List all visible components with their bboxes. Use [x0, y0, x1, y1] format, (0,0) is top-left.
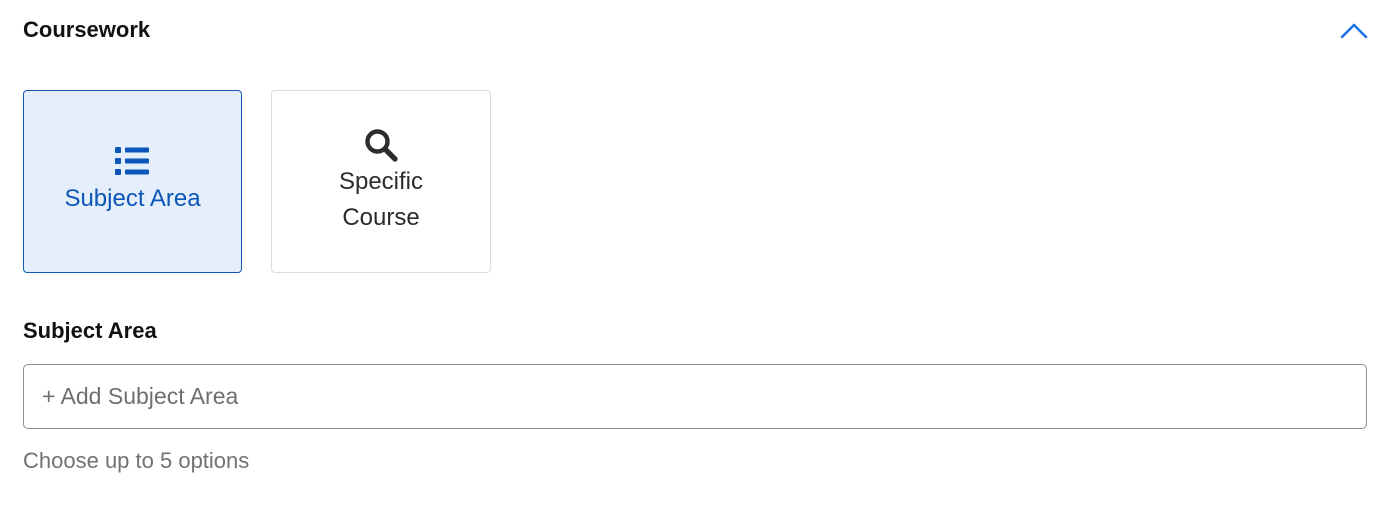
search-icon	[365, 128, 398, 162]
collapse-button[interactable]	[1338, 16, 1370, 46]
option-card-subject-area[interactable]: Subject Area	[23, 90, 242, 273]
helper-text: Choose up to 5 options	[23, 448, 250, 473]
option-card-label: Subject Area	[64, 184, 201, 212]
option-card-specific-course[interactable]: Specific Course	[271, 90, 491, 273]
section-title: Coursework	[23, 17, 151, 42]
list-icon	[114, 146, 149, 175]
subject-area-input[interactable]: + Add Subject Area	[23, 364, 1367, 429]
field-label: Subject Area	[23, 318, 157, 343]
chevron-up-icon	[1340, 23, 1368, 39]
option-card-label: Specific Course	[338, 167, 424, 231]
input-placeholder: + Add Subject Area	[42, 383, 239, 409]
